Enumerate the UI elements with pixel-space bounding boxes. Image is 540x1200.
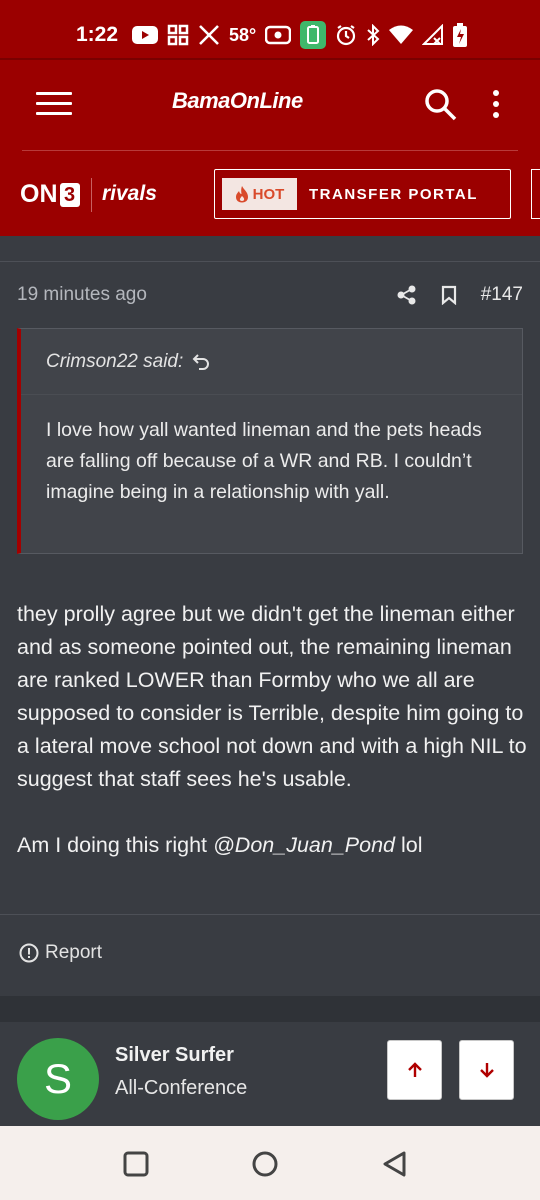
quote-text: I love how yall wanted lineman and the p… xyxy=(46,419,482,503)
status-icons: 58° xyxy=(132,20,468,50)
hot-badge: HOT xyxy=(222,178,297,210)
recents-icon[interactable] xyxy=(122,1150,150,1178)
post-body: they prolly agree but we didn't get the … xyxy=(17,598,527,895)
quote-block: Crimson22 said: I love how yall wanted l… xyxy=(17,328,523,554)
search-icon[interactable] xyxy=(424,88,458,122)
status-bar: 1:22 58° xyxy=(0,0,540,60)
avatar[interactable]: S xyxy=(17,1038,99,1120)
post-separator xyxy=(0,996,540,1022)
site-header: BamaOnLine ON 3 rivals HOT TRANSFER PORTA… xyxy=(0,60,540,236)
author-title: All-Conference xyxy=(115,1077,248,1099)
bookmark-icon[interactable] xyxy=(441,285,457,305)
home-icon[interactable] xyxy=(251,1150,279,1178)
status-time: 1:22 xyxy=(76,23,119,46)
signal-icon xyxy=(422,24,444,45)
scroll-up-button[interactable] xyxy=(387,1040,442,1100)
arrow-down-icon xyxy=(479,1063,494,1078)
back-icon[interactable] xyxy=(381,1150,409,1178)
share-icon[interactable] xyxy=(397,285,417,305)
temperature: 58° xyxy=(229,24,257,45)
next-post-author: S Silver Surfer All-Conference xyxy=(0,1022,540,1126)
jump-to-quote-icon[interactable] xyxy=(191,352,211,372)
scroll-down-button[interactable] xyxy=(459,1040,514,1100)
post-timestamp[interactable]: 19 minutes ago xyxy=(17,284,147,306)
report-button[interactable]: Report xyxy=(19,942,102,964)
arrow-up-icon xyxy=(407,1062,422,1077)
flame-icon xyxy=(235,186,248,203)
transfer-portal-label: TRANSFER PORTAL xyxy=(309,185,478,203)
battery-saver-icon xyxy=(300,21,327,49)
bluetooth-icon xyxy=(367,24,380,46)
youtube-icon xyxy=(132,26,158,44)
user-mention[interactable]: @Don_Juan_Pond xyxy=(213,833,395,857)
previous-post-edge xyxy=(0,236,540,262)
wifi-icon xyxy=(389,25,414,44)
alert-icon xyxy=(19,943,39,963)
alarm-icon xyxy=(337,25,356,46)
quote-author[interactable]: Crimson22 said: xyxy=(46,351,183,373)
on3-logo[interactable]: ON 3 xyxy=(20,180,80,209)
rivals-logo[interactable]: rivals xyxy=(102,182,157,206)
author-name[interactable]: Silver Surfer xyxy=(115,1044,234,1067)
grid-icon xyxy=(167,24,189,46)
radio-icon xyxy=(265,25,292,45)
transfer-portal-button[interactable]: HOT TRANSFER PORTAL xyxy=(214,169,511,219)
quote-header[interactable]: Crimson22 said: xyxy=(21,329,522,395)
x-icon xyxy=(199,25,219,45)
post-closing: Am I doing this right @Don_Juan_Pond lol xyxy=(17,833,423,857)
next-nav-button[interactable] xyxy=(531,169,540,219)
post-number[interactable]: #147 xyxy=(481,284,523,306)
site-logo[interactable]: BamaOnLine xyxy=(172,88,303,114)
more-options-icon[interactable] xyxy=(493,90,501,123)
forum-post: 19 minutes ago #147 Crimson22 said: I lo… xyxy=(0,262,540,996)
menu-icon[interactable] xyxy=(36,92,72,118)
post-actions: #147 xyxy=(373,284,523,306)
system-nav-bar xyxy=(0,1126,540,1200)
post-paragraph: they prolly agree but we didn't get the … xyxy=(17,602,527,791)
battery-icon xyxy=(453,23,468,47)
